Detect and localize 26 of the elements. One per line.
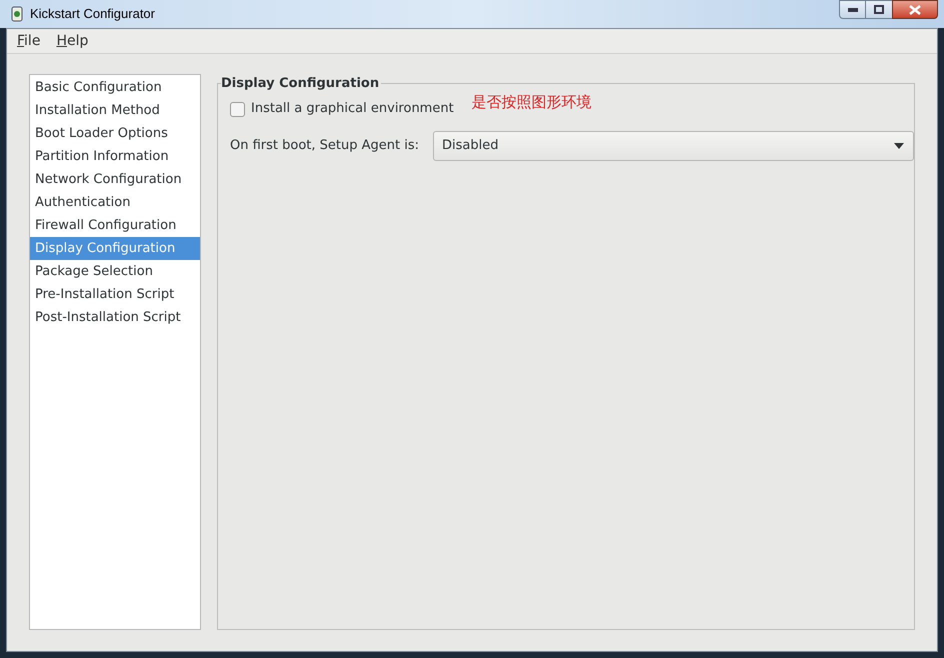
- sidebar-item[interactable]: Pre-Installation Script: [30, 283, 200, 306]
- annotation: 是否按照图形环境: [472, 92, 592, 113]
- menu-item[interactable]: File: [11, 30, 46, 52]
- setup-agent-dropdown[interactable]: Disabled: [433, 131, 914, 161]
- minimize-button[interactable]: [839, 0, 866, 19]
- close-button[interactable]: [892, 0, 938, 19]
- app-icon: [10, 6, 24, 22]
- dropdown-arrow-icon: [894, 143, 904, 149]
- window-title: Kickstart Configurator: [30, 5, 155, 24]
- sidebar-item[interactable]: Post-Installation Script: [30, 306, 200, 329]
- sidebar-item[interactable]: Basic Configuration: [30, 76, 200, 99]
- maximize-button[interactable]: [866, 0, 892, 19]
- sidebar-item[interactable]: Authentication: [30, 191, 200, 214]
- checkbox-label: Install a graphical environment: [251, 100, 454, 118]
- sidebar-item[interactable]: Firewall Configuration: [30, 214, 200, 237]
- setup-agent-label: On first boot, Setup Agent is:: [230, 137, 420, 156]
- maximize-icon: [874, 5, 884, 14]
- menu-item[interactable]: Help: [50, 30, 94, 52]
- sidebar-item[interactable]: Installation Method: [30, 99, 200, 122]
- close-icon: [909, 4, 921, 14]
- sidebar-item[interactable]: Boot Loader Options: [30, 122, 200, 145]
- sidebar-item[interactable]: Partition Information: [30, 145, 200, 168]
- sidebar-item[interactable]: Package Selection: [30, 260, 200, 283]
- checkbox[interactable]: [230, 102, 245, 116]
- minimize-icon: [848, 8, 858, 12]
- sidebar-item[interactable]: Network Configuration: [30, 168, 200, 191]
